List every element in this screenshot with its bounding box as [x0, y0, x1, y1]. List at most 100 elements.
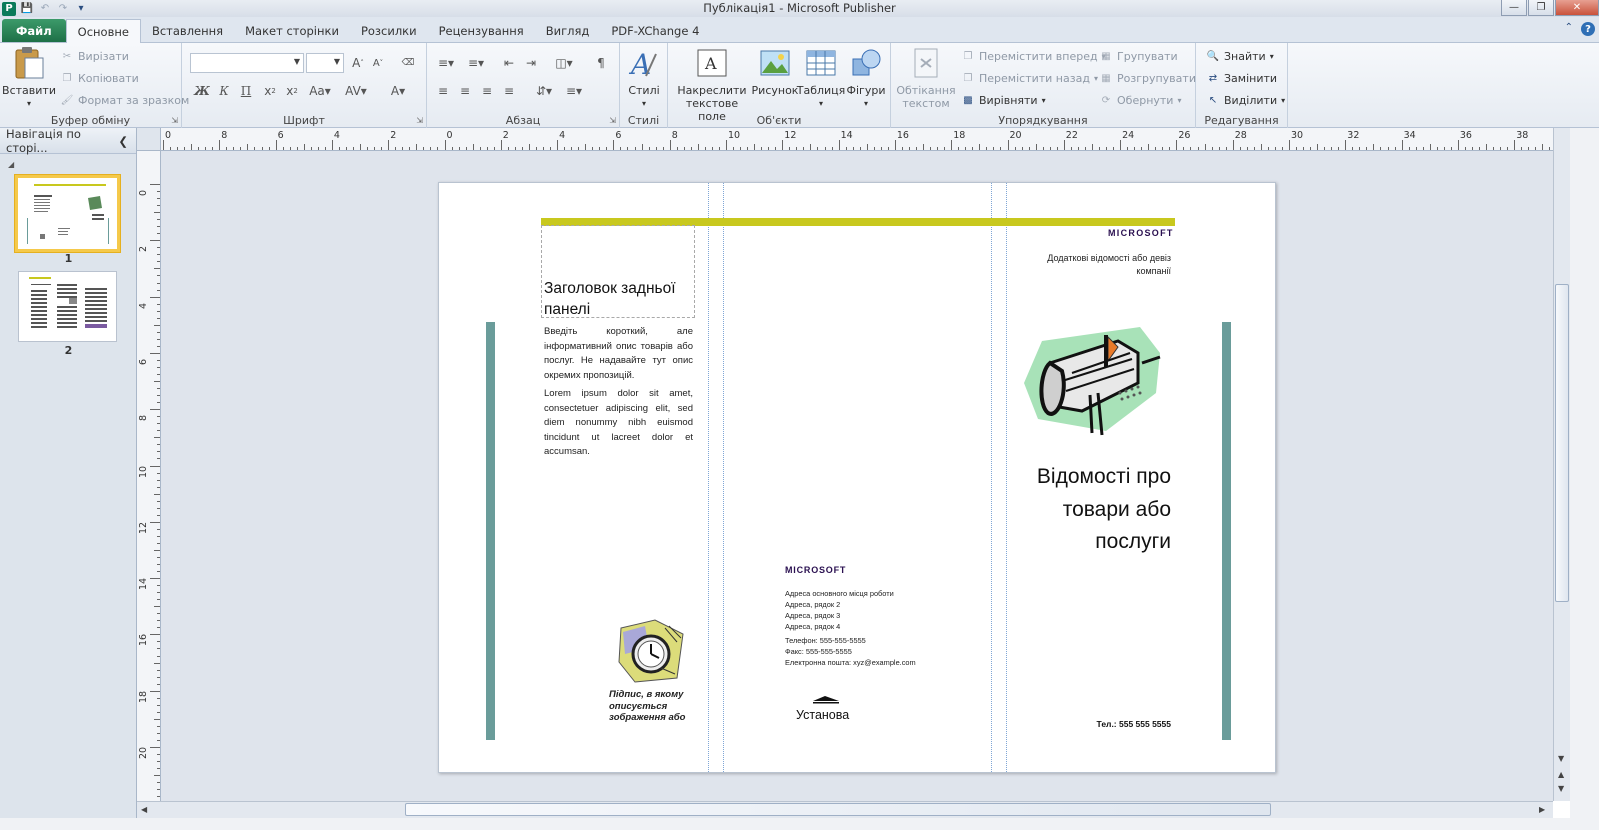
save-icon[interactable]: 💾	[20, 2, 34, 16]
change-case-icon[interactable]: Aa▾	[306, 82, 334, 100]
page-thumbnail-1[interactable]	[15, 175, 120, 252]
vertical-scroll-thumb[interactable]	[1555, 284, 1569, 602]
find-button[interactable]: 🔍 Знайти ▾	[1206, 49, 1274, 63]
font-size-combo[interactable]: ▼	[306, 53, 344, 73]
copy-button[interactable]: ❐ Копіювати	[60, 71, 139, 85]
scroll-right-icon[interactable]: ▶	[1539, 805, 1545, 814]
collapse-pane-icon[interactable]: ❮	[118, 134, 128, 148]
select-button[interactable]: ↖ Виділити ▾	[1206, 93, 1285, 107]
clipboard-launcher-icon[interactable]: ⇲	[171, 116, 178, 125]
help-icon[interactable]: ?	[1581, 22, 1595, 36]
body-paragraph-1[interactable]: Введіть короткий, але інформативний опис…	[544, 325, 693, 383]
grow-font-icon[interactable]: A ˄	[348, 54, 368, 72]
shapes-button[interactable]: Фігури ▾	[844, 46, 888, 110]
paste-button[interactable]: Вставити ▾	[2, 46, 56, 110]
rotate-button[interactable]: ⟳ Обернути ▾	[1099, 93, 1182, 107]
horizontal-ruler[interactable]: 0 8 6 4 2 0 2 4 6 8 10 12 14 16 18 20 22 24 26 28 30 32 34 36 38	[137, 128, 1553, 151]
phone-number[interactable]: Тел.: 555 555 5555	[1039, 719, 1171, 729]
group-button[interactable]: ▦ Групувати	[1099, 49, 1177, 63]
scroll-down-icon[interactable]: ▼	[1558, 754, 1564, 763]
ruler-tick	[880, 147, 882, 150]
tab-view[interactable]: Вигляд	[535, 19, 601, 42]
send-backward-button[interactable]: ❐ Перемістити назад ▾	[961, 71, 1098, 85]
subscript-icon[interactable]: x2	[260, 82, 280, 100]
close-icon[interactable]: ✕	[1555, 0, 1599, 16]
wrap-text-button[interactable]: Обтікання текстом	[895, 46, 957, 110]
mailbox-clipart[interactable]	[1022, 323, 1164, 439]
body-paragraph-2[interactable]: Lorem ipsum dolor sit amet, consectetuer…	[544, 387, 693, 460]
organization-logo-icon[interactable]	[811, 695, 841, 705]
ruler-tick	[154, 437, 160, 439]
format-painter-button[interactable]: 🖌 Формат за зразком	[60, 93, 190, 107]
tab-pdf-xchange[interactable]: PDF-XChange 4	[600, 19, 710, 42]
page-thumbnail-2[interactable]	[18, 271, 117, 342]
align-button[interactable]: ▩ Вирівняти ▾	[961, 93, 1045, 107]
clear-format-icon[interactable]: ⌫	[398, 54, 418, 72]
page-down-icon[interactable]: ▼	[1558, 784, 1564, 793]
vertical-ruler[interactable]: 0 2 4 6 8 10 12 14 16 18 20	[137, 151, 161, 801]
page-up-icon[interactable]: ▲	[1558, 770, 1564, 779]
ungroup-button[interactable]: ▦ Розгрупувати	[1099, 71, 1196, 85]
customize-qat-icon[interactable]: ▾	[74, 2, 88, 16]
italic-button[interactable]: К	[214, 82, 234, 100]
bold-button[interactable]: Ж	[192, 82, 212, 100]
tab-home[interactable]: Основне	[65, 19, 141, 43]
vertical-scrollbar[interactable]: ▼ ▲ ▼	[1553, 128, 1570, 801]
expand-triangle-icon[interactable]: ◢	[8, 160, 14, 169]
image-caption[interactable]: Підпис, в якому описується зображення аб…	[609, 689, 689, 724]
align-center-icon[interactable]: ≡	[455, 82, 475, 100]
paragraph-launcher-icon[interactable]: ⇲	[609, 116, 616, 125]
picture-button[interactable]: Рисунок	[752, 46, 798, 97]
draw-textbox-button[interactable]: A Накреслити текстове поле	[674, 46, 750, 123]
horizontal-scrollbar[interactable]: ◀ ▶	[137, 801, 1553, 818]
company-tagline[interactable]: Додаткові відомості або девіз компанії	[1035, 252, 1171, 277]
paragraph-spacing-icon[interactable]: ≡▾	[561, 82, 587, 100]
address-block[interactable]: Адреса основного місця роботи Адреса, ря…	[785, 588, 894, 632]
tab-mailings[interactable]: Розсилки	[350, 19, 428, 42]
character-spacing-icon[interactable]: AV▾	[342, 82, 370, 100]
scroll-left-icon[interactable]: ◀	[141, 805, 147, 814]
tab-file[interactable]: Файл	[2, 19, 66, 42]
redo-icon[interactable]: ↷	[56, 2, 70, 16]
publication-page[interactable]: Заголовок задньої панелі Введіть коротки…	[438, 182, 1276, 773]
bring-forward-button[interactable]: ❐ Перемістити вперед ▾	[961, 49, 1106, 63]
horizontal-scroll-thumb[interactable]	[405, 803, 1271, 816]
contact-block[interactable]: Телефон: 555-555-5555 Факс: 555-555-5555…	[785, 635, 916, 668]
company-name-top[interactable]: MICROSOFT	[1108, 228, 1174, 238]
tab-page-layout[interactable]: Макет сторінки	[234, 19, 350, 42]
ruler-tick	[641, 144, 643, 150]
clock-clipart[interactable]	[615, 618, 687, 684]
align-left-icon[interactable]: ≡	[433, 82, 453, 100]
ruler-tick	[177, 147, 179, 150]
font-name-combo[interactable]: ▼	[190, 53, 304, 73]
replace-button[interactable]: ⇄ Замінити	[1206, 71, 1277, 85]
tab-insert[interactable]: Вставлення	[141, 19, 234, 42]
pilcrow-icon[interactable]: ¶	[591, 54, 611, 72]
font-launcher-icon[interactable]: ⇲	[416, 116, 423, 125]
bullets-icon[interactable]: ≡▾	[433, 54, 459, 72]
font-color-icon[interactable]: A▾	[386, 82, 410, 100]
tab-review[interactable]: Рецензування	[428, 19, 535, 42]
numbering-icon[interactable]: ≡▾	[463, 54, 489, 72]
shrink-font-icon[interactable]: A ˅	[368, 54, 388, 72]
cut-button[interactable]: ✂ Вирізати	[60, 49, 129, 63]
columns-icon[interactable]: ◫▾	[551, 54, 577, 72]
company-name-middle[interactable]: MICROSOFT	[785, 565, 846, 575]
restore-icon[interactable]: ❐	[1528, 0, 1554, 16]
line-spacing-icon[interactable]: ⇵▾	[531, 82, 557, 100]
superscript-icon[interactable]: x2	[282, 82, 302, 100]
decrease-indent-icon[interactable]: ⇤	[499, 54, 519, 72]
publisher-app-icon[interactable]: P	[2, 1, 16, 16]
table-button[interactable]: Таблиця ▾	[797, 46, 845, 110]
organization-name[interactable]: Установа	[796, 708, 849, 722]
back-panel-title[interactable]: Заголовок задньої панелі	[544, 278, 694, 320]
styles-button[interactable]: A Стилі ▾	[624, 46, 664, 110]
minimize-ribbon-icon[interactable]: ⌃	[1565, 22, 1573, 36]
increase-indent-icon[interactable]: ⇥	[521, 54, 541, 72]
align-right-icon[interactable]: ≡	[477, 82, 497, 100]
underline-button[interactable]: П	[236, 82, 256, 100]
main-title[interactable]: Відомості про товари або послуги	[1005, 461, 1171, 559]
justify-icon[interactable]: ≡	[499, 82, 519, 100]
minimize-icon[interactable]: —	[1501, 0, 1527, 16]
undo-icon[interactable]: ↶	[38, 2, 52, 16]
